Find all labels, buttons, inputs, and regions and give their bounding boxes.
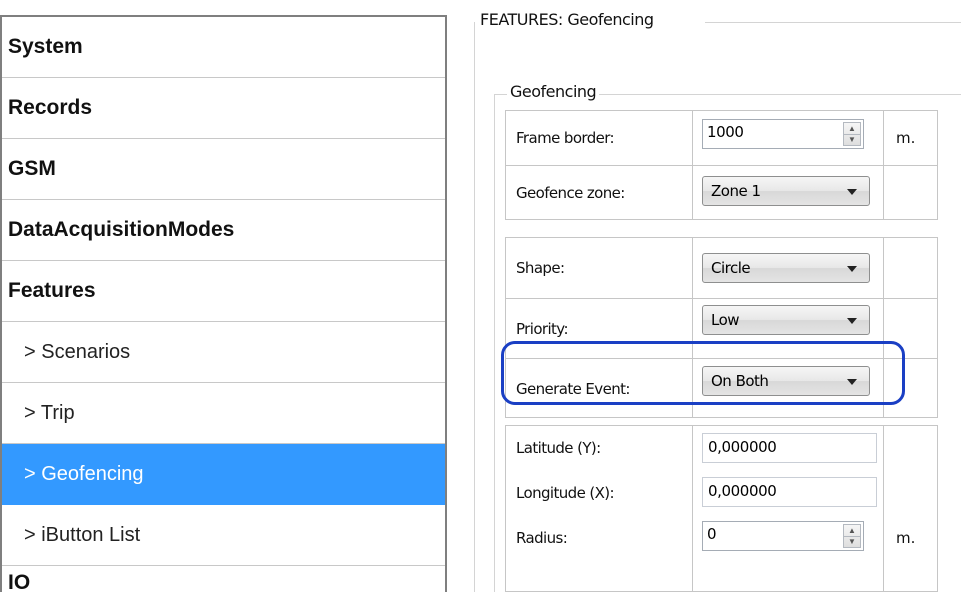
priority-unit [884, 299, 937, 358]
sidebar-item-records[interactable]: Records [2, 78, 445, 139]
sidebar-nav: System Records GSM DataAcquisitionModes … [0, 15, 447, 592]
spin-down-icon[interactable]: ▼ [844, 134, 860, 145]
radius-label: Radius: [506, 515, 693, 591]
spin-up-icon[interactable]: ▲ [844, 525, 860, 536]
radius-value: 0 [707, 525, 717, 543]
spin-up-icon[interactable]: ▲ [844, 123, 860, 134]
frame-border-value: 1000 [707, 123, 744, 141]
geofence-zone-unit [884, 166, 937, 220]
shape-label: Shape: [506, 238, 693, 298]
frame-border-row: Frame border: 1000 ▲ ▼ m. [506, 111, 937, 165]
radius-spin-buttons[interactable]: ▲ ▼ [843, 524, 861, 548]
spin-down-icon[interactable]: ▼ [844, 536, 860, 547]
longitude-value: 0,000000 [708, 482, 777, 500]
latitude-value: 0,000000 [708, 438, 777, 456]
longitude-cell: 0,000000 [693, 470, 884, 515]
geofence-zone-value: Zone 1 [711, 182, 761, 200]
generate-event-unit [884, 359, 937, 418]
chevron-down-icon [847, 189, 857, 195]
zone-settings-table: Frame border: 1000 ▲ ▼ m. Geofence zone:… [505, 110, 938, 220]
frame-border-spin-buttons[interactable]: ▲ ▼ [843, 122, 861, 146]
priority-cell: Low [693, 299, 884, 358]
chevron-down-icon [847, 318, 857, 324]
longitude-row: Longitude (X): 0,000000 [506, 470, 937, 515]
frame-border-label: Frame border: [506, 111, 693, 165]
radius-row: Radius: 0 ▲ ▼ m. [506, 515, 937, 591]
radius-unit: m. [896, 529, 916, 547]
sidebar-item-io[interactable]: IO [2, 566, 445, 592]
longitude-unit [884, 470, 937, 515]
priority-value: Low [711, 311, 740, 329]
features-group-title: FEATURES: Geofencing [480, 10, 658, 29]
generate-event-cell: On Both [693, 359, 884, 418]
shape-value: Circle [711, 259, 751, 277]
latitude-label: Latitude (Y): [506, 426, 693, 470]
generate-event-row: Generate Event: On Both [506, 358, 937, 418]
shape-unit [884, 238, 937, 298]
priority-dropdown[interactable]: Low [702, 305, 870, 335]
frame-border-spinner[interactable]: 1000 ▲ ▼ [702, 119, 864, 149]
chevron-down-icon [847, 266, 857, 272]
sidebar-item-geofencing[interactable]: > Geofencing [2, 444, 445, 505]
group-border [474, 22, 475, 592]
coordinates-table: Latitude (Y): 0,000000 Longitude (X): 0,… [505, 425, 938, 592]
sidebar-item-features[interactable]: Features [2, 261, 445, 322]
group-border-top [705, 22, 961, 23]
latitude-row: Latitude (Y): 0,000000 [506, 426, 937, 470]
event-settings-table: Shape: Circle Priority: Low Generate Eve… [505, 237, 938, 418]
geofencing-groupbox-title: Geofencing [507, 82, 600, 101]
longitude-field[interactable]: 0,000000 [702, 477, 877, 507]
priority-row: Priority: Low [506, 298, 937, 358]
geofence-zone-row: Geofence zone: Zone 1 [506, 165, 937, 220]
radius-cell: 0 ▲ ▼ [693, 515, 884, 591]
generate-event-dropdown[interactable]: On Both [702, 366, 870, 396]
geofence-zone-cell: Zone 1 [693, 166, 884, 220]
generate-event-value: On Both [711, 372, 769, 390]
sidebar-item-system[interactable]: System [2, 17, 445, 78]
frame-border-cell: 1000 ▲ ▼ [693, 111, 884, 165]
shape-row: Shape: Circle [506, 238, 937, 298]
sidebar-item-scenarios[interactable]: > Scenarios [2, 322, 445, 383]
generate-event-label: Generate Event: [506, 359, 693, 418]
geofence-zone-dropdown[interactable]: Zone 1 [702, 176, 870, 206]
geofence-zone-label: Geofence zone: [506, 166, 693, 220]
frame-border-unit: m. [896, 129, 916, 147]
radius-spinner[interactable]: 0 ▲ ▼ [702, 521, 864, 551]
sidebar-item-gsm[interactable]: GSM [2, 139, 445, 200]
sidebar-item-ibutton-list[interactable]: > iButton List [2, 505, 445, 566]
shape-cell: Circle [693, 238, 884, 298]
shape-dropdown[interactable]: Circle [702, 253, 870, 283]
sidebar-item-trip[interactable]: > Trip [2, 383, 445, 444]
latitude-unit [884, 426, 937, 470]
latitude-field[interactable]: 0,000000 [702, 433, 877, 463]
chevron-down-icon [847, 379, 857, 385]
priority-label: Priority: [506, 299, 693, 358]
sidebar-item-data-acquisition-modes[interactable]: DataAcquisitionModes [2, 200, 445, 261]
longitude-label: Longitude (X): [506, 470, 693, 515]
latitude-cell: 0,000000 [693, 426, 884, 470]
